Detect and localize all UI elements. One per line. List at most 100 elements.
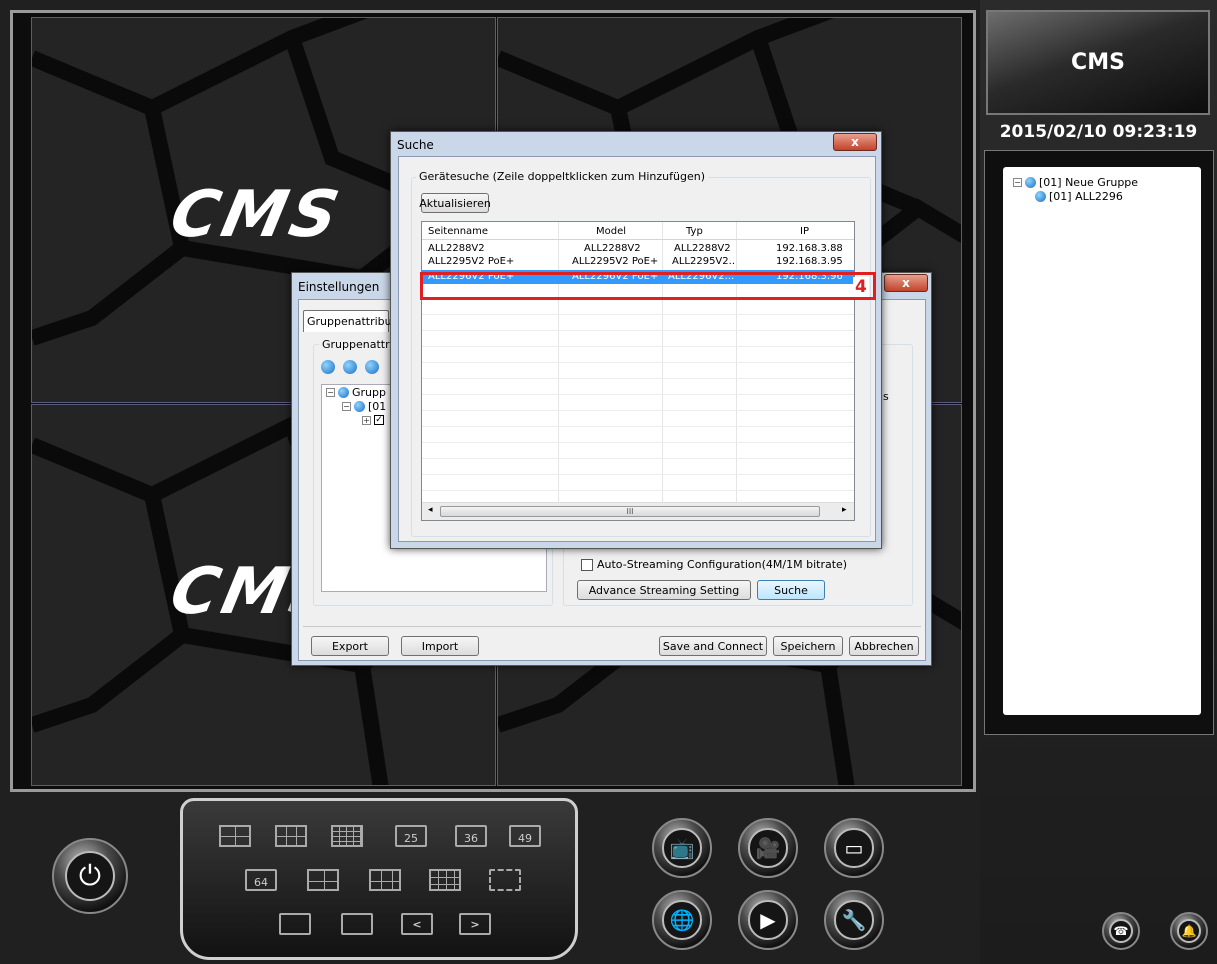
row-line <box>422 330 854 331</box>
layout-49-button[interactable]: 49 <box>509 825 541 847</box>
auto-streaming-row[interactable]: Auto-Streaming Configuration(4M/1M bitra… <box>581 558 847 571</box>
row-line <box>422 314 854 315</box>
collapse-icon[interactable]: − <box>326 387 335 397</box>
collapse-icon[interactable]: − <box>342 401 351 411</box>
layout-36-button[interactable]: 36 <box>455 825 487 847</box>
layout-custom-2-button[interactable] <box>369 869 401 891</box>
tools-icon: 🔧 <box>834 900 874 940</box>
dvr-icon: ▭ <box>834 828 874 868</box>
intercom-button[interactable]: ☎ <box>1102 912 1140 950</box>
auto-streaming-label: Auto-Streaming Configuration(4M/1M bitra… <box>597 558 848 571</box>
playback-button[interactable]: ▶ <box>738 890 798 950</box>
settings-close-button[interactable]: x <box>884 274 928 292</box>
speichern-button[interactable]: Speichern <box>773 636 843 656</box>
abbrechen-button[interactable]: Abbrechen <box>849 636 919 656</box>
add-group-icon[interactable] <box>321 360 335 374</box>
cell-type: ALL2295V2... <box>672 256 734 267</box>
table-row[interactable]: ALL2288V2 ALL2288V2 ALL2288V2 192.168.3.… <box>422 242 854 255</box>
camera-icon <box>1035 190 1046 202</box>
collapse-icon[interactable]: − <box>1013 177 1022 187</box>
advance-streaming-button[interactable]: Advance Streaming Setting <box>577 580 751 600</box>
close-icon: x <box>851 135 859 149</box>
power-button[interactable]: ⏻ <box>52 838 128 914</box>
remove-icon[interactable] <box>365 360 379 374</box>
scroll-right-icon[interactable]: ▸ <box>842 505 847 515</box>
group-icon <box>1025 176 1036 188</box>
layout-4-button[interactable] <box>219 825 251 847</box>
swap-button[interactable] <box>279 913 311 935</box>
import-button[interactable]: Import <box>401 636 479 656</box>
expand-icon[interactable]: + <box>362 415 371 425</box>
col-ip[interactable]: IP <box>800 226 809 237</box>
callout-number: 4 <box>853 277 869 297</box>
settings-dialog-title: Einstellungen <box>298 280 380 294</box>
aktualisieren-button[interactable]: Aktualisieren <box>419 193 491 213</box>
checkbox-checked-icon[interactable]: ✓ <box>374 415 384 425</box>
cell-model: ALL2288V2 <box>584 243 641 254</box>
horizontal-scrollbar[interactable]: ◂ III ▸ <box>422 502 854 520</box>
layout-custom-3-button[interactable] <box>429 869 461 891</box>
auto-streaming-checkbox[interactable] <box>581 558 593 571</box>
layout-custom-1-button[interactable] <box>307 869 339 891</box>
device-list[interactable]: Seitenname Model Typ IP ALL2288V2 ALL228… <box>421 221 855 521</box>
add-device-icon[interactable] <box>343 360 357 374</box>
export-button[interactable]: Export <box>311 636 389 656</box>
cell-ip: 192.168.3.88 <box>776 243 843 254</box>
datetime-display: 2015/02/10 09:23:19 <box>999 122 1198 142</box>
row-line <box>422 426 854 427</box>
divider <box>303 626 921 627</box>
table-row[interactable]: ALL2295V2 PoE+ ALL2295V2 PoE+ ALL2295V2.… <box>422 255 854 268</box>
row-line <box>422 410 854 411</box>
cell-name: ALL2295V2 PoE+ <box>428 256 515 267</box>
alarm-button[interactable]: 🔔 <box>1170 912 1208 950</box>
globe-icon: 🌐 <box>662 900 702 940</box>
tree-device-row[interactable]: [01] ALL2296 <box>1013 189 1191 203</box>
search-close-button[interactable]: x <box>833 133 877 151</box>
layout-6-button[interactable] <box>275 825 307 847</box>
col-model[interactable]: Model <box>596 226 626 237</box>
row-line <box>422 458 854 459</box>
fullscreen-button[interactable] <box>489 869 521 891</box>
dvr-button[interactable]: ▭ <box>824 818 884 878</box>
scroll-left-icon[interactable]: ◂ <box>428 505 433 515</box>
row-line <box>422 442 854 443</box>
cell-model: ALL2295V2 PoE+ <box>572 256 659 267</box>
tab-gruppenattribute[interactable]: Gruppenattribute <box>303 310 403 332</box>
cell-name: ALL2288V2 <box>428 243 485 254</box>
col-seitenname[interactable]: Seitenname <box>428 226 488 237</box>
tv-icon: 📺 <box>662 828 702 868</box>
row-line <box>422 346 854 347</box>
cell-ip: 192.168.3.95 <box>776 256 843 267</box>
layout-panel: 25 36 49 64 < > <box>180 798 578 960</box>
prev-page-button[interactable]: < <box>401 913 433 935</box>
settings-tree-group-label: Grupp <box>352 385 386 399</box>
row-line <box>422 362 854 363</box>
save-connect-button[interactable]: Save and Connect <box>659 636 767 656</box>
search-dialog-title: Suche <box>397 138 434 152</box>
side-panel: CMS 2015/02/10 09:23:19 − [01] Neue Grup… <box>980 0 1217 964</box>
return-button[interactable] <box>341 913 373 935</box>
tree-device-label: [01] ALL2296 <box>1049 189 1123 203</box>
scroll-thumb[interactable]: III <box>440 506 820 517</box>
tree-group-row[interactable]: − [01] Neue Gruppe <box>1013 175 1191 189</box>
web-button[interactable]: 🌐 <box>652 890 712 950</box>
device-search-label: Gerätesuche (Zeile doppeltklicken zum Hi… <box>416 170 709 183</box>
record-button[interactable]: 🎥 <box>738 818 798 878</box>
power-icon: ⏻ <box>64 850 116 902</box>
playback-icon: ▶ <box>748 900 788 940</box>
settings-button[interactable]: 🔧 <box>824 890 884 950</box>
next-page-button[interactable]: > <box>459 913 491 935</box>
camera-icon <box>354 400 365 412</box>
col-typ[interactable]: Typ <box>686 226 703 237</box>
layout-16-button[interactable] <box>331 825 363 847</box>
layout-64-button[interactable]: 64 <box>245 869 277 891</box>
row-line <box>422 378 854 379</box>
suche-button[interactable]: Suche <box>757 580 825 600</box>
group-toolbar <box>321 360 379 374</box>
layout-25-button[interactable]: 25 <box>395 825 427 847</box>
stray-label: s <box>883 390 889 403</box>
cell-type: ALL2288V2 <box>674 243 731 254</box>
device-tree: − [01] Neue Gruppe [01] ALL2296 <box>1003 167 1201 715</box>
highlight-box <box>420 272 876 300</box>
tv-button[interactable]: 📺 <box>652 818 712 878</box>
